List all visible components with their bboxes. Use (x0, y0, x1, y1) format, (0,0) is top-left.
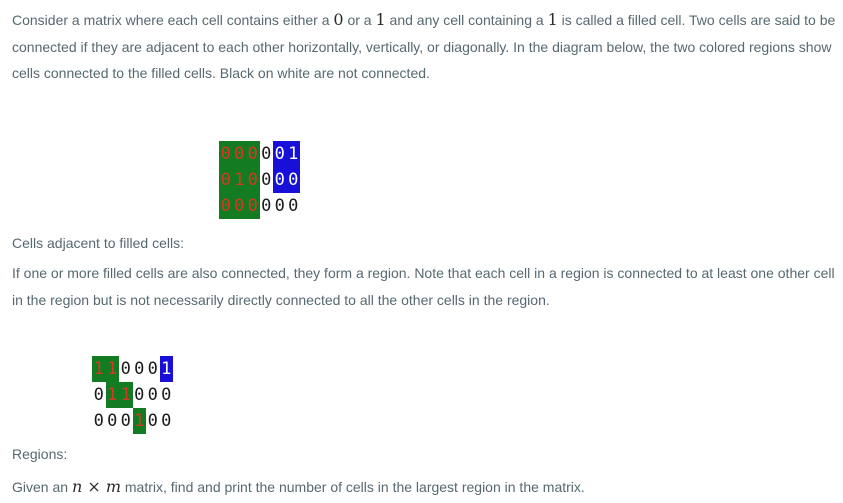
math-digit: 1 (375, 10, 386, 29)
matrix-cell: 0 (246, 193, 260, 219)
matrix-row: 010000 (219, 167, 300, 193)
matrix-cell: 1 (105, 356, 119, 382)
matrix-cell: 1 (119, 382, 133, 408)
matrix-row: 011000 (92, 382, 173, 408)
matrix-cell: 1 (105, 382, 119, 408)
matrix-cell: 0 (246, 141, 260, 167)
matrix-cell: 0 (273, 167, 287, 193)
matrix-row: 000001 (219, 141, 300, 167)
matrix-cell: 0 (147, 359, 158, 379)
regions-paragraph: If one or more filled cells are also con… (12, 265, 835, 308)
matrix-cell: 0 (161, 411, 172, 431)
matrix-cell: 1 (286, 141, 300, 167)
matrix-cell: 0 (286, 167, 300, 193)
intro-text-segment: or a (343, 12, 376, 28)
matrix-cell: 0 (147, 411, 158, 431)
matrix-cell: 0 (219, 193, 233, 219)
math-digit: 0 (333, 10, 344, 29)
matrix-row: 110001 (92, 356, 173, 382)
matrix-cell: 0 (120, 359, 131, 379)
caption-adjacent-cells: Cells adjacent to filled cells: (12, 235, 184, 251)
task-paragraph: Given an n × m matrix, find and print th… (12, 474, 585, 501)
task-text-after: matrix, find and print the number of cel… (121, 479, 585, 495)
intro-text-segment: Consider a matrix where each cell contai… (12, 12, 334, 28)
matrix-cell: 0 (161, 385, 172, 405)
matrix-cell: 1 (232, 167, 246, 193)
matrix-cell: 0 (288, 196, 299, 216)
matrix-cell: 0 (274, 196, 285, 216)
intro-text-segment: and any cell containing a (385, 12, 548, 28)
matrix-cell: 1 (92, 356, 106, 382)
matrix-cell: 0 (93, 385, 104, 405)
caption-regions: Regions: (12, 446, 68, 462)
matrix-cell: 0 (261, 170, 272, 190)
matrix-cell: 0 (93, 411, 104, 431)
matrix-cell: 0 (147, 385, 158, 405)
matrix-cell: 0 (273, 141, 287, 167)
matrix-cell: 0 (134, 359, 145, 379)
intro-paragraph: Consider a matrix where each cell contai… (12, 7, 837, 87)
matrix-row: 000100 (92, 408, 173, 434)
matrix-cell: 0 (232, 141, 246, 167)
matrix-cell: 0 (107, 411, 118, 431)
matrix-cell: 1 (132, 408, 146, 434)
math-expression: n × m (72, 477, 121, 496)
matrix-cell: 0 (219, 141, 233, 167)
math-m: m (105, 477, 121, 496)
matrix-cell: 0 (219, 167, 233, 193)
matrix-cell: 0 (232, 193, 246, 219)
matrix-cell: 1 (159, 356, 173, 382)
math-digit: 1 (547, 10, 558, 29)
regions-diagram: 110001011000000100 (92, 356, 173, 434)
matrix-cell: 0 (261, 144, 272, 164)
adjacency-diagram: 000001010000000000 (219, 141, 300, 219)
matrix-cell: 0 (134, 385, 145, 405)
matrix-row: 000000 (219, 193, 300, 219)
math-n: n (71, 477, 83, 496)
math-times: × (82, 477, 106, 496)
matrix-cell: 0 (120, 411, 131, 431)
matrix-cell: 0 (261, 196, 272, 216)
matrix-cell: 0 (246, 167, 260, 193)
task-text-before: Given an (12, 479, 72, 495)
